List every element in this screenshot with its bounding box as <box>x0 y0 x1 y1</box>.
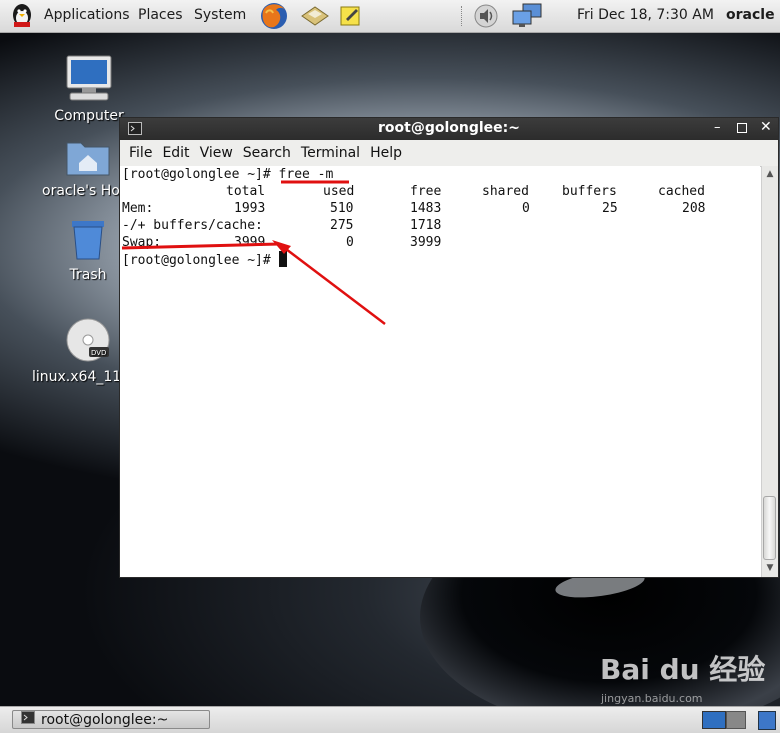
title-bar[interactable]: root@golonglee:~ – ✕ <box>120 118 778 140</box>
workspace-2-icon[interactable] <box>726 711 746 729</box>
top-panel: Applications Places System Fri Dec 18, 7… <box>0 0 780 33</box>
menu-help[interactable]: Help <box>370 145 402 161</box>
prompt-line: [root@golonglee ~]# <box>122 251 287 269</box>
scroll-thumb[interactable] <box>763 496 776 560</box>
table-cell: 3999 <box>410 235 442 250</box>
minimize-icon[interactable]: – <box>714 120 721 135</box>
watermark-logo: Bai du 经验 <box>600 653 766 686</box>
table-cell: 25 <box>602 201 618 216</box>
command-line: [root@golonglee ~]# free -m <box>122 166 333 183</box>
maximize-icon[interactable] <box>737 123 747 133</box>
trash-icon <box>72 221 104 260</box>
scroll-down-icon[interactable]: ▼ <box>764 562 776 574</box>
firefox-launcher-icon[interactable] <box>258 1 290 35</box>
menu-places[interactable]: Places <box>138 7 183 23</box>
prompt: [root@golonglee ~]# <box>122 253 279 268</box>
watermark-url: jingyan.baidu.com <box>601 692 703 705</box>
terminal-icon <box>21 711 35 728</box>
table-cell: 1993 <box>234 201 266 216</box>
row-label: Mem: <box>122 201 154 216</box>
column-header: buffers <box>562 184 617 199</box>
volume-icon[interactable] <box>473 4 499 32</box>
dvd-icon: DVD <box>66 318 110 362</box>
svg-text:DVD: DVD <box>91 349 106 357</box>
taskbar-label: root@golonglee:~ <box>41 711 169 728</box>
menu-file[interactable]: File <box>129 145 152 161</box>
table-cell: 1718 <box>410 218 442 233</box>
computer-icon <box>66 55 112 101</box>
desktop-icon-computer[interactable]: Computer <box>39 54 139 124</box>
prompt: [root@golonglee ~]# <box>122 167 279 182</box>
column-header: shared <box>482 184 529 199</box>
table-cell: 208 <box>682 201 706 216</box>
clock[interactable]: Fri Dec 18, 7:30 AM <box>577 7 714 23</box>
menu-edit[interactable]: Edit <box>162 145 189 161</box>
table-cell: 0 <box>522 201 530 216</box>
table-cell: 275 <box>330 218 354 233</box>
menu-terminal[interactable]: Terminal <box>301 145 360 161</box>
column-header: used <box>323 184 355 199</box>
home-folder-icon <box>66 142 110 176</box>
menu-view[interactable]: View <box>200 145 233 161</box>
panel-separator <box>461 6 464 26</box>
distro-logo-icon[interactable] <box>8 3 36 29</box>
row-label: Swap: <box>122 235 162 250</box>
menu-search[interactable]: Search <box>243 145 291 161</box>
scroll-up-icon[interactable]: ▲ <box>764 168 776 180</box>
close-icon[interactable]: ✕ <box>760 119 772 135</box>
text-cursor <box>278 251 287 267</box>
taskbar-button-terminal[interactable]: root@golonglee:~ <box>12 710 210 729</box>
network-icon[interactable] <box>511 3 543 33</box>
table-cell: 510 <box>330 201 354 216</box>
window-title: root@golonglee:~ <box>378 120 520 136</box>
trash-applet-icon[interactable] <box>758 711 776 730</box>
menu-bar: File Edit View Search Terminal Help <box>120 140 778 167</box>
terminal-window[interactable]: root@golonglee:~ – ✕ File Edit View Sear… <box>119 117 779 578</box>
terminal-output[interactable]: [root@golonglee ~]# free -m total used f… <box>120 166 760 577</box>
command: free -m <box>278 167 334 182</box>
menu-applications[interactable]: Applications <box>44 7 130 23</box>
table-cell: 1483 <box>410 201 442 216</box>
mail-launcher-icon[interactable] <box>300 4 330 32</box>
vertical-scrollbar[interactable]: ▲ ▼ <box>761 166 778 577</box>
user-menu[interactable]: oracle <box>726 7 775 23</box>
column-header: free <box>410 184 442 199</box>
table-cell: 3999 <box>234 235 266 250</box>
workspace-switcher-icon[interactable] <box>702 711 726 729</box>
column-header: total <box>226 184 266 199</box>
table-cell: 0 <box>346 235 354 250</box>
column-header: cached <box>658 184 705 199</box>
menu-system[interactable]: System <box>194 7 246 23</box>
bottom-panel: root@golonglee:~ <box>0 706 780 733</box>
notes-launcher-icon[interactable] <box>340 5 362 31</box>
row-label: -/+ buffers/cache: <box>122 218 263 233</box>
